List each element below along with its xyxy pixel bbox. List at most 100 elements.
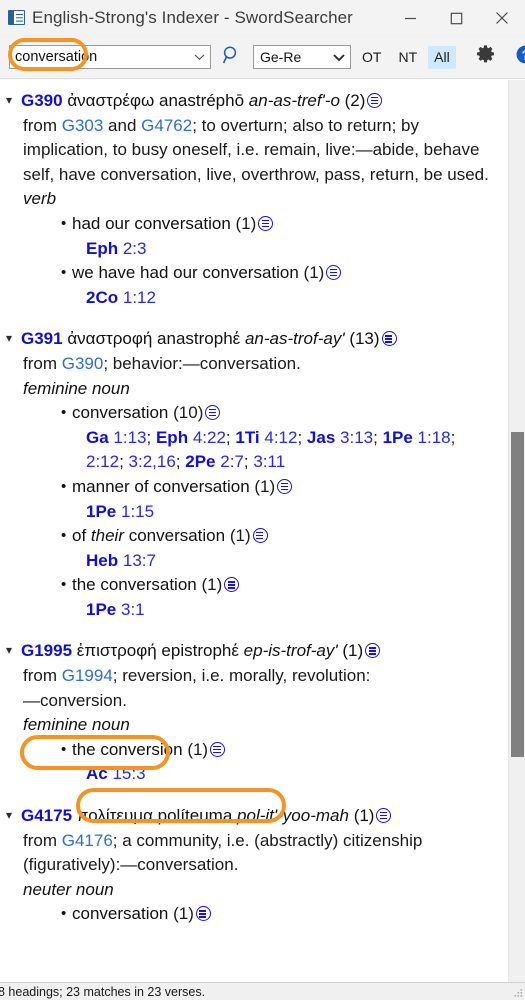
verse-ref[interactable]: 1:12 [123, 288, 156, 307]
spacer [6, 625, 494, 638]
book-abbrev[interactable]: 1Pe [86, 502, 116, 521]
match-count: (13) [349, 329, 379, 348]
list-icon[interactable] [205, 405, 220, 420]
list-icon[interactable] [326, 265, 341, 280]
index-entry: ▾G391 ἀναστροφή anastrophέ an-as-trof-ay… [6, 326, 494, 622]
sense-text[interactable]: conversation [72, 904, 168, 923]
list-item: the conversion (1) Ac 15:3 [72, 738, 494, 787]
sense-text[interactable]: conversation [72, 403, 168, 422]
sense-count: (1) [254, 477, 275, 496]
verse-ref[interactable]: 2:3 [123, 239, 147, 258]
search-button[interactable] [217, 43, 247, 71]
verse-refs: 1Pe 3:1 [72, 598, 494, 623]
list-icon[interactable] [376, 808, 391, 823]
verse-ref[interactable]: 1:15 [121, 502, 154, 521]
entry-header[interactable]: ▾G390 ἀναστρέφω anastréphō an-as-tref'-o… [6, 88, 494, 114]
entry-header[interactable]: ▾G391 ἀναστροφή anastrophέ an-as-trof-ay… [6, 326, 494, 352]
verse-ref[interactable]: 15:3 [112, 764, 145, 783]
chevron-down-icon[interactable]: ▾ [6, 638, 21, 663]
chevron-down-icon[interactable]: ▾ [6, 803, 21, 828]
sense-count: (1) [201, 575, 222, 594]
maximize-button[interactable] [433, 0, 479, 36]
sense-text[interactable]: we have had our conversation [72, 263, 299, 282]
part-of-speech: feminine noun [6, 377, 494, 402]
strongs-number[interactable]: G390 [21, 91, 63, 110]
match-count: (1) [354, 806, 375, 825]
book-abbrev[interactable]: Ac [86, 764, 108, 783]
part-of-speech: feminine noun [6, 713, 494, 738]
greek-word: ἀναστροφή [67, 329, 152, 348]
strongs-number[interactable]: G4175 [21, 806, 72, 825]
list-icon[interactable] [224, 577, 239, 592]
list-icon[interactable] [277, 479, 292, 494]
pronunciation: pol-it'-yoo-mah [237, 806, 349, 825]
strongs-xref[interactable]: G4762 [141, 116, 192, 135]
transliteration: epistrophέ [161, 641, 239, 660]
list-icon[interactable] [196, 906, 211, 921]
match-count: (1) [342, 641, 363, 660]
list-icon[interactable] [210, 742, 225, 757]
book-abbrev[interactable]: 1Pe [86, 600, 116, 619]
sense-list: had our conversation (1) Eph 2:3 we have… [6, 212, 494, 310]
verse-ref[interactable]: 3:1 [121, 600, 145, 619]
sense-text[interactable]: the conversation [72, 575, 197, 594]
transliteration: anastrophέ [157, 329, 240, 348]
chevron-down-icon[interactable] [328, 53, 350, 62]
chevron-down-icon[interactable]: ▾ [6, 326, 21, 351]
chevron-down-icon[interactable]: ▾ [6, 88, 21, 113]
settings-button[interactable] [472, 44, 500, 70]
transliteration: anastréphō [159, 91, 244, 110]
sense-text[interactable]: had our conversation [72, 214, 231, 233]
part-of-speech: verb [6, 187, 494, 212]
strongs-number[interactable]: G1995 [21, 641, 72, 660]
pronunciation: an-as-trof-ay' [245, 329, 345, 348]
testament-nt-button[interactable]: NT [392, 46, 423, 69]
list-icon[interactable] [258, 216, 273, 231]
index-entry: ▾G4175 πολίτευμα políteuma pol-it'-yoo-m… [6, 803, 494, 927]
verse-refs: Ac 15:3 [72, 762, 494, 787]
sense-text[interactable]: the conversion [72, 740, 183, 759]
testament-ot-button[interactable]: OT [356, 46, 387, 69]
close-button[interactable] [479, 0, 525, 36]
window-title: English-Strong's Indexer - SwordSearcher [32, 8, 353, 28]
list-icon[interactable] [365, 643, 380, 658]
sense-text[interactable]: of their conversation [72, 526, 225, 545]
book-abbrev[interactable]: Eph [86, 239, 118, 258]
sense-count: (1) [236, 214, 257, 233]
chevron-down-icon[interactable] [188, 46, 210, 68]
entry-header[interactable]: ▾G1995 ἐπιστροφή epistrophέ ep-is-trof-a… [6, 638, 494, 664]
entry-definition: from G1994; reversion, i.e. morally, rev… [6, 664, 494, 713]
greek-word: πολίτευμα [77, 806, 153, 825]
strongs-xref[interactable]: G4176 [62, 831, 113, 850]
list-icon[interactable] [367, 93, 382, 108]
strongs-number[interactable]: G391 [21, 329, 63, 348]
strongs-xref[interactable]: G1994 [62, 666, 113, 685]
list-icon[interactable] [253, 528, 268, 543]
verse-refs: 1Pe 1:15 [72, 500, 494, 525]
index-entry: ▾G390 ἀναστρέφω anastréphō an-as-tref'-o… [6, 88, 494, 310]
list-item: conversation (10) Ga 1:13; Eph 4:22; 1Ti… [72, 401, 494, 475]
search-input[interactable]: conversation [10, 49, 188, 65]
minimize-button[interactable] [387, 0, 433, 36]
book-range-select[interactable]: Ge-Re [253, 45, 351, 69]
strongs-xref[interactable]: G390 [62, 354, 104, 373]
sense-count: (1) [230, 526, 251, 545]
scrollbar-thumb[interactable] [511, 432, 524, 757]
book-abbrev[interactable]: 2Co [86, 288, 118, 307]
verse-refs: 2Co 1:12 [72, 286, 494, 311]
list-item: we have had our conversation (1) 2Co 1:1… [72, 261, 494, 310]
strongs-xref[interactable]: G303 [62, 116, 104, 135]
vertical-scrollbar[interactable] [508, 80, 525, 982]
testament-all-button[interactable]: All [428, 46, 456, 69]
entry-header[interactable]: ▾G4175 πολίτευμα políteuma pol-it'-yoo-m… [6, 803, 494, 829]
list-icon[interactable] [382, 331, 397, 346]
search-combobox[interactable]: conversation [9, 45, 211, 69]
book-abbrev[interactable]: Heb [86, 551, 118, 570]
help-button[interactable]: ? [512, 44, 525, 70]
verse-ref[interactable]: 13:7 [123, 551, 156, 570]
resize-grip-icon[interactable] [513, 988, 523, 998]
match-count: (2) [345, 91, 366, 110]
verse-refs: Ga 1:13; Eph 4:22; 1Ti 4:12; Jas 3:13; 1… [72, 426, 494, 475]
results-pane[interactable]: ▾G390 ἀναστρέφω anastréphō an-as-tref'-o… [0, 80, 525, 982]
sense-text[interactable]: manner of conversation [72, 477, 250, 496]
